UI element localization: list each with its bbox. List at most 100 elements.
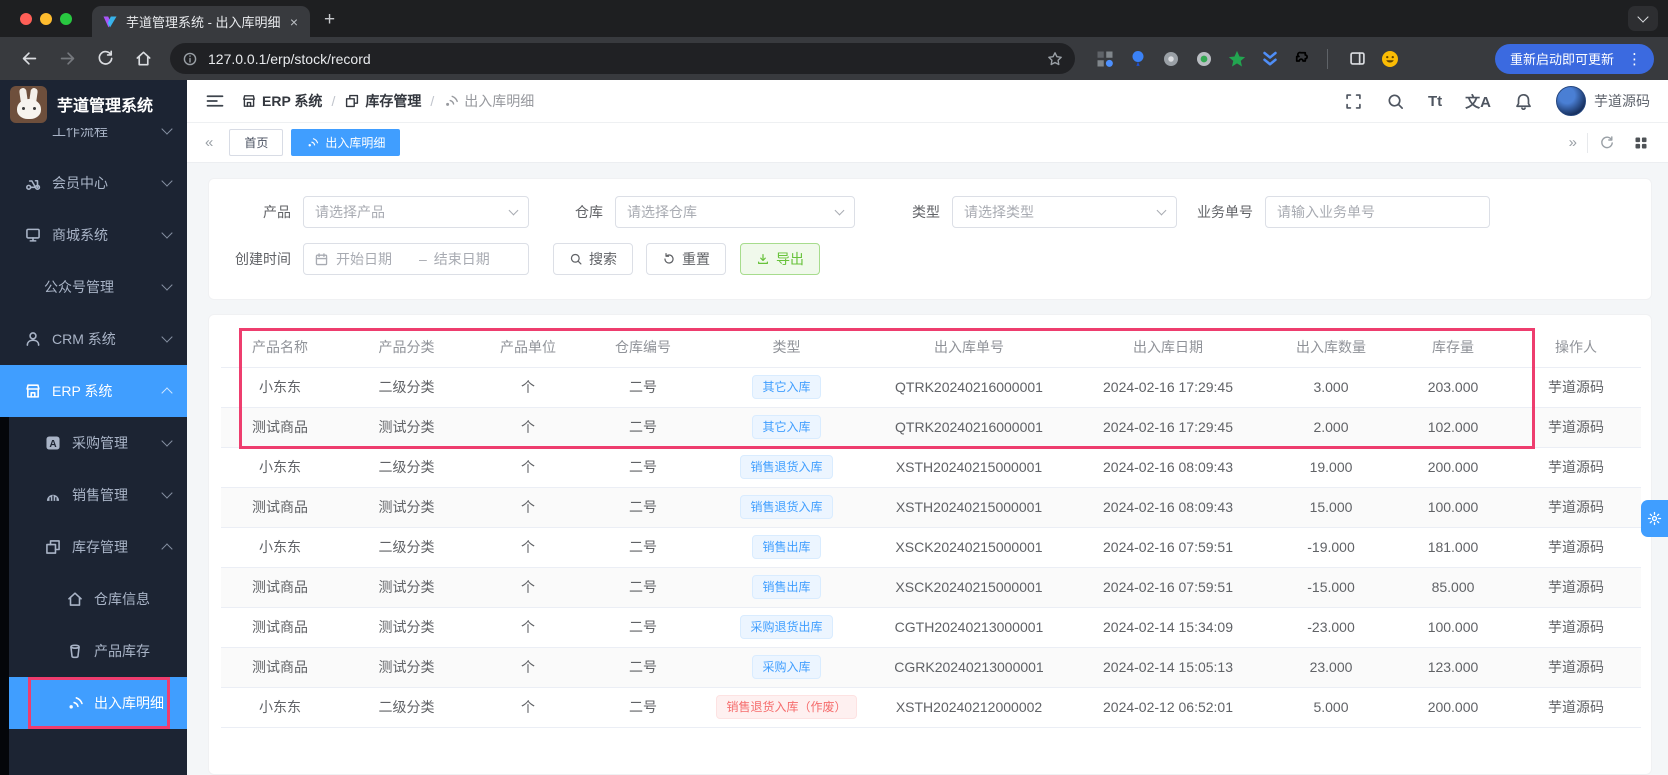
- chevron-down-icon: [161, 331, 173, 343]
- cell-warehouse: 二号: [582, 367, 704, 408]
- sidebar-item-mall-system[interactable]: 商城系统: [0, 209, 187, 261]
- browser-tab[interactable]: 芋道管理系统 - 出入库明细 ×: [92, 6, 310, 37]
- notification-bell-icon[interactable]: [1514, 92, 1533, 111]
- tab-home[interactable]: 首页: [229, 129, 284, 156]
- sidebar-item-erp-system[interactable]: ERP 系统: [0, 365, 187, 417]
- cup-icon: [66, 642, 84, 660]
- settings-fab[interactable]: [1641, 500, 1668, 537]
- close-window-button[interactable]: [20, 13, 32, 25]
- tabs-collapse-icon[interactable]: «: [197, 134, 221, 151]
- table-row: 测试商品 测试分类个二号 其它入库 QTRK20240216000001 2024-02…: [221, 407, 1641, 448]
- layout-grid-icon[interactable]: [1624, 131, 1658, 155]
- bizno-input[interactable]: [1277, 204, 1478, 220]
- cell-category: 二级分类: [339, 527, 474, 568]
- tabs-expand-icon[interactable]: »: [1561, 134, 1585, 151]
- sidebar-item-member-center[interactable]: 会员中心: [0, 157, 187, 209]
- sidebar-item-label: 出入库明细: [94, 695, 164, 711]
- product-filter-label: 产品: [263, 204, 291, 220]
- cell-quantity: 23.000: [1267, 647, 1395, 688]
- search-button-label: 搜索: [589, 251, 617, 267]
- end-date-input[interactable]: [433, 251, 510, 267]
- bizno-input-wrap: [1265, 196, 1490, 228]
- browser-menu-icon[interactable]: ⋮: [1622, 50, 1648, 68]
- stock-table-card: 产品名称 产品分类 产品单位 仓库编号 类型 出入库单号 出入库日期 出入库数量 库存量 操作人 …: [208, 314, 1652, 775]
- download-icon: [756, 252, 770, 266]
- update-chrome-button[interactable]: 重新启动即可更新 ⋮: [1494, 43, 1654, 74]
- extension-balloon-icon[interactable]: [1128, 49, 1148, 69]
- date-range-picker[interactable]: –: [303, 243, 529, 275]
- forward-button[interactable]: [57, 49, 77, 69]
- tab-stock-record[interactable]: 出入库明细: [291, 129, 401, 156]
- zoom-window-button[interactable]: [60, 13, 72, 25]
- product-select[interactable]: 请选择产品: [303, 196, 529, 228]
- extensions-puzzle-icon[interactable]: [1293, 49, 1313, 69]
- column-header: 库存量: [1395, 327, 1511, 368]
- minimize-window-button[interactable]: [40, 13, 52, 25]
- cell-operator: 芋道源码: [1511, 647, 1641, 688]
- bookmark-star-icon[interactable]: [1047, 51, 1063, 67]
- vben-favicon-icon: [102, 14, 118, 30]
- cell-quantity: 19.000: [1267, 447, 1395, 488]
- reset-icon: [662, 252, 676, 266]
- sidebar-item-purchase-admin[interactable]: A 采购管理: [0, 417, 187, 469]
- search-icon[interactable]: [1386, 92, 1405, 111]
- refresh-page-icon[interactable]: [1590, 131, 1624, 155]
- back-button[interactable]: [19, 49, 39, 69]
- breadcrumb-label: ERP 系统: [262, 93, 323, 109]
- extension-green-icon[interactable]: [1194, 49, 1214, 69]
- cell-type: 销售退货入库: [704, 447, 869, 488]
- sidebar-item-warehouse-info[interactable]: 仓库信息: [0, 573, 187, 625]
- extension-squares-icon[interactable]: [1095, 49, 1115, 69]
- cell-unit: 个: [474, 607, 582, 648]
- home-button[interactable]: [133, 49, 153, 69]
- sidebar-item-crm-system[interactable]: CRM 系统: [0, 313, 187, 365]
- sidebar-item-label: 销售管理: [72, 487, 128, 503]
- site-info-icon[interactable]: [182, 51, 198, 67]
- export-button-label: 导出: [776, 251, 804, 267]
- reset-button[interactable]: 重置: [646, 243, 726, 275]
- chevron-down-icon: [1156, 205, 1167, 216]
- extension-grey-icon[interactable]: [1161, 49, 1181, 69]
- cell-date: 2024-02-16 17:29:45: [1069, 407, 1267, 448]
- menu-fold-icon[interactable]: [205, 91, 225, 111]
- sidebar-item-product-stock[interactable]: 产品库存: [0, 625, 187, 677]
- cell-order_no: QTRK20240216000001: [869, 407, 1069, 448]
- side-panel-icon[interactable]: [1347, 49, 1367, 69]
- close-tab-icon[interactable]: ×: [288, 14, 300, 30]
- new-tab-button[interactable]: +: [324, 10, 335, 29]
- sidebar-item-stock-record[interactable]: 出入库明细: [0, 677, 187, 729]
- stock-icon: [44, 538, 62, 556]
- locale-icon[interactable]: 文A: [1465, 91, 1491, 112]
- toolbar-divider: [1327, 48, 1328, 69]
- cell-stock: 100.000: [1395, 487, 1511, 528]
- sidebar-item-stock-admin[interactable]: 库存管理: [0, 521, 187, 573]
- address-bar[interactable]: 127.0.0.1/erp/stock/record: [170, 43, 1075, 74]
- fullscreen-icon[interactable]: [1344, 92, 1363, 111]
- breadcrumb-stock-admin[interactable]: 库存管理: [344, 91, 421, 111]
- start-date-input[interactable]: [336, 251, 412, 267]
- table-row: 测试商品 测试分类个二号 采购退货出库 CGTH20240213000001 2024-…: [221, 607, 1641, 648]
- type-select[interactable]: 请选择类型: [952, 196, 1177, 228]
- app-logo[interactable]: 芋道管理系统: [0, 80, 187, 128]
- export-button[interactable]: 导出: [740, 243, 820, 275]
- purchase-icon: A: [44, 434, 62, 452]
- type-select-placeholder: 请选择类型: [964, 204, 1034, 220]
- search-button[interactable]: 搜索: [553, 243, 633, 275]
- warehouse-select-placeholder: 请选择仓库: [627, 204, 697, 220]
- sidebar-item-mp-admin[interactable]: 公众号管理: [0, 261, 187, 313]
- cell-warehouse: 二号: [582, 407, 704, 448]
- sidebar-item-sales-admin[interactable]: 销售管理: [0, 469, 187, 521]
- cell-warehouse: 二号: [582, 527, 704, 568]
- tab-overview-button[interactable]: [1628, 6, 1658, 31]
- reload-button[interactable]: [95, 49, 115, 69]
- extension-chevrons-icon[interactable]: [1260, 49, 1280, 69]
- created-filter-label: 创建时间: [235, 251, 291, 267]
- stock-table-body: 小东东 二级分类个二号 其它入库 QTRK20240216000001 2024-02-…: [221, 367, 1641, 728]
- font-size-icon[interactable]: Tt: [1428, 93, 1442, 110]
- breadcrumb-erp-system[interactable]: ERP 系统: [241, 91, 322, 111]
- extension-star-icon[interactable]: [1227, 49, 1247, 69]
- warehouse-select[interactable]: 请选择仓库: [615, 196, 855, 228]
- chevron-down-icon: [161, 487, 173, 499]
- profile-emoji-icon[interactable]: [1380, 49, 1400, 69]
- user-menu[interactable]: 芋道源码: [1556, 86, 1650, 116]
